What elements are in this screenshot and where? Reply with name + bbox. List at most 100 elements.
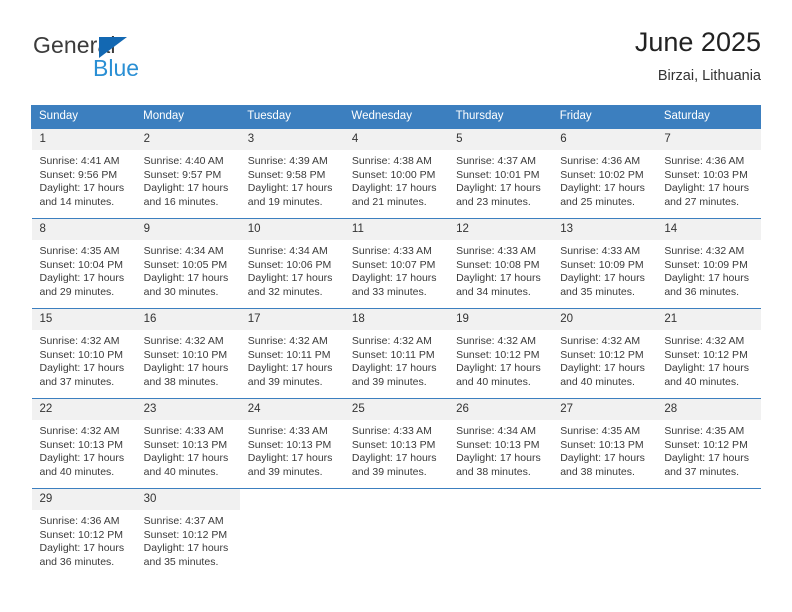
day-cell[interactable]: 30 Sunrise: 4:37 AM Sunset: 10:12 PM Day… [135,488,240,578]
day-number: 15 [31,309,136,330]
day-details: Sunrise: 4:36 AM Sunset: 10:03 PM Daylig… [656,150,760,209]
daylight-text-line1: Daylight: 17 hours [143,452,229,465]
day-number: 3 [239,129,344,150]
daylight-text-line2: and 39 minutes. [247,375,323,388]
sunset-text: Sunset: 10:01 PM [456,168,540,181]
sunset-text: Sunset: 10:05 PM [143,258,228,271]
day-number: 2 [135,129,240,150]
daylight-text-line1: Daylight: 17 hours [664,182,749,195]
day-details: Sunrise: 4:37 AM Sunset: 10:01 PM Daylig… [448,150,552,209]
sunset-text: Sunset: 9:58 PM [247,168,326,181]
day-cell[interactable]: 11 Sunrise: 4:33 AM Sunset: 10:07 PM Day… [343,218,449,309]
brand-logo[interactable]: General Blue [31,32,251,94]
daylight-text-line2: and 39 minutes. [351,375,427,388]
sunset-text: Sunset: 10:12 PM [39,528,123,541]
day-cell[interactable]: 19 Sunrise: 4:32 AM Sunset: 10:12 PM Day… [448,308,553,399]
daylight-text-line2: and 23 minutes. [456,195,531,208]
sunrise-text: Sunrise: 4:36 AM [39,515,120,527]
daylight-text-line2: and 34 minutes. [456,285,531,298]
day-number: 23 [135,399,240,420]
daylight-text-line2: and 16 minutes. [143,195,219,208]
day-details: Sunrise: 4:33 AM Sunset: 10:13 PM Daylig… [240,420,344,479]
sunrise-text: Sunrise: 4:35 AM [664,425,745,437]
day-number: 8 [31,219,136,240]
day-cell[interactable]: 29 Sunrise: 4:36 AM Sunset: 10:12 PM Day… [31,488,136,578]
weekday-header-sunday: Sunday [30,105,137,129]
sunrise-text: Sunrise: 4:33 AM [143,425,224,437]
daylight-text-line2: and 39 minutes. [351,465,427,478]
sunset-text: Sunset: 10:02 PM [560,168,644,181]
day-details: Sunrise: 4:40 AM Sunset: 9:57 PM Dayligh… [136,150,240,209]
daylight-text-line2: and 33 minutes. [351,285,427,298]
daylight-text-line1: Daylight: 17 hours [247,182,333,195]
day-cell[interactable]: 7 Sunrise: 4:36 AM Sunset: 10:03 PM Dayl… [656,128,761,219]
weekday-header-row: Sunday Monday Tuesday Wednesday Thursday… [30,105,762,129]
day-cell[interactable]: 2 Sunrise: 4:40 AM Sunset: 9:57 PM Dayli… [135,128,240,219]
day-details: Sunrise: 4:37 AM Sunset: 10:12 PM Daylig… [136,510,240,569]
day-cell[interactable]: 18 Sunrise: 4:32 AM Sunset: 10:11 PM Day… [343,308,449,399]
sunrise-text: Sunrise: 4:32 AM [247,335,328,347]
day-cell[interactable]: 4 Sunrise: 4:38 AM Sunset: 10:00 PM Dayl… [343,128,449,219]
day-cell[interactable]: 5 Sunrise: 4:37 AM Sunset: 10:01 PM Dayl… [448,128,553,219]
daylight-text-line1: Daylight: 17 hours [560,452,645,465]
sunset-text: Sunset: 10:11 PM [351,348,435,361]
day-cell[interactable]: 20 Sunrise: 4:32 AM Sunset: 10:12 PM Day… [552,308,657,399]
daylight-text-line1: Daylight: 17 hours [143,182,229,195]
weekday-header-tuesday: Tuesday [239,105,345,129]
day-cell[interactable]: 12 Sunrise: 4:33 AM Sunset: 10:08 PM Day… [448,218,553,309]
day-cell[interactable]: 9 Sunrise: 4:34 AM Sunset: 10:05 PM Dayl… [135,218,240,309]
day-number: 25 [343,399,449,420]
day-details: Sunrise: 4:33 AM Sunset: 10:13 PM Daylig… [344,420,448,479]
daylight-text-line1: Daylight: 17 hours [39,542,125,555]
sunrise-text: Sunrise: 4:35 AM [560,425,641,437]
sunrise-text: Sunrise: 4:34 AM [143,245,224,257]
daylight-text-line1: Daylight: 17 hours [39,272,125,285]
day-cell[interactable]: 17 Sunrise: 4:32 AM Sunset: 10:11 PM Day… [239,308,344,399]
daylight-text-line1: Daylight: 17 hours [456,452,541,465]
day-cell[interactable]: 28 Sunrise: 4:35 AM Sunset: 10:12 PM Day… [656,398,761,489]
sunrise-text: Sunrise: 4:36 AM [560,155,641,167]
day-details: Sunrise: 4:33 AM Sunset: 10:09 PM Daylig… [552,240,656,299]
day-cell[interactable]: 6 Sunrise: 4:36 AM Sunset: 10:02 PM Dayl… [552,128,657,219]
sunset-text: Sunset: 10:10 PM [39,348,123,361]
daylight-text-line2: and 27 minutes. [664,195,740,208]
day-cell[interactable]: 27 Sunrise: 4:35 AM Sunset: 10:13 PM Day… [552,398,657,489]
day-number: 24 [239,399,344,420]
day-details: Sunrise: 4:35 AM Sunset: 10:13 PM Daylig… [552,420,656,479]
daylight-text-line1: Daylight: 17 hours [247,272,333,285]
day-number: 14 [656,219,761,240]
day-details: Sunrise: 4:38 AM Sunset: 10:00 PM Daylig… [344,150,448,209]
day-cell[interactable]: 15 Sunrise: 4:32 AM Sunset: 10:10 PM Day… [31,308,136,399]
daylight-text-line2: and 25 minutes. [560,195,635,208]
day-details: Sunrise: 4:36 AM Sunset: 10:02 PM Daylig… [552,150,656,209]
sunrise-text: Sunrise: 4:33 AM [247,425,328,437]
daylight-text-line2: and 38 minutes. [143,375,219,388]
sunset-text: Sunset: 10:13 PM [39,438,123,451]
sunrise-text: Sunrise: 4:33 AM [456,245,537,257]
weekday-header-wednesday: Wednesday [343,105,449,129]
day-cell[interactable]: 24 Sunrise: 4:33 AM Sunset: 10:13 PM Day… [239,398,344,489]
day-cell[interactable]: 10 Sunrise: 4:34 AM Sunset: 10:06 PM Day… [239,218,344,309]
day-cell[interactable]: 21 Sunrise: 4:32 AM Sunset: 10:12 PM Day… [656,308,761,399]
daylight-text-line1: Daylight: 17 hours [351,272,437,285]
weekday-header-monday: Monday [135,105,241,129]
day-cell[interactable]: 1 Sunrise: 4:41 AM Sunset: 9:56 PM Dayli… [31,128,136,219]
sunset-text: Sunset: 9:57 PM [143,168,222,181]
day-cell[interactable]: 14 Sunrise: 4:32 AM Sunset: 10:09 PM Day… [656,218,761,309]
sunrise-text: Sunrise: 4:32 AM [560,335,641,347]
day-cell[interactable]: 23 Sunrise: 4:33 AM Sunset: 10:13 PM Day… [135,398,240,489]
day-cell[interactable]: 25 Sunrise: 4:33 AM Sunset: 10:13 PM Day… [343,398,449,489]
daylight-text-line1: Daylight: 17 hours [664,362,749,375]
sunset-text: Sunset: 10:06 PM [247,258,332,271]
day-cell[interactable]: 22 Sunrise: 4:32 AM Sunset: 10:13 PM Day… [31,398,136,489]
day-details: Sunrise: 4:33 AM Sunset: 10:13 PM Daylig… [136,420,240,479]
sunset-text: Sunset: 10:04 PM [39,258,123,271]
day-cell[interactable]: 8 Sunrise: 4:35 AM Sunset: 10:04 PM Dayl… [31,218,136,309]
day-cell[interactable]: 3 Sunrise: 4:39 AM Sunset: 9:58 PM Dayli… [239,128,344,219]
day-cell[interactable]: 26 Sunrise: 4:34 AM Sunset: 10:13 PM Day… [448,398,553,489]
daylight-text-line2: and 38 minutes. [560,465,635,478]
day-cell[interactable]: 16 Sunrise: 4:32 AM Sunset: 10:10 PM Day… [135,308,240,399]
day-cell[interactable]: 13 Sunrise: 4:33 AM Sunset: 10:09 PM Day… [552,218,657,309]
day-cell-empty [343,488,449,578]
sunset-text: Sunset: 10:11 PM [247,348,331,361]
